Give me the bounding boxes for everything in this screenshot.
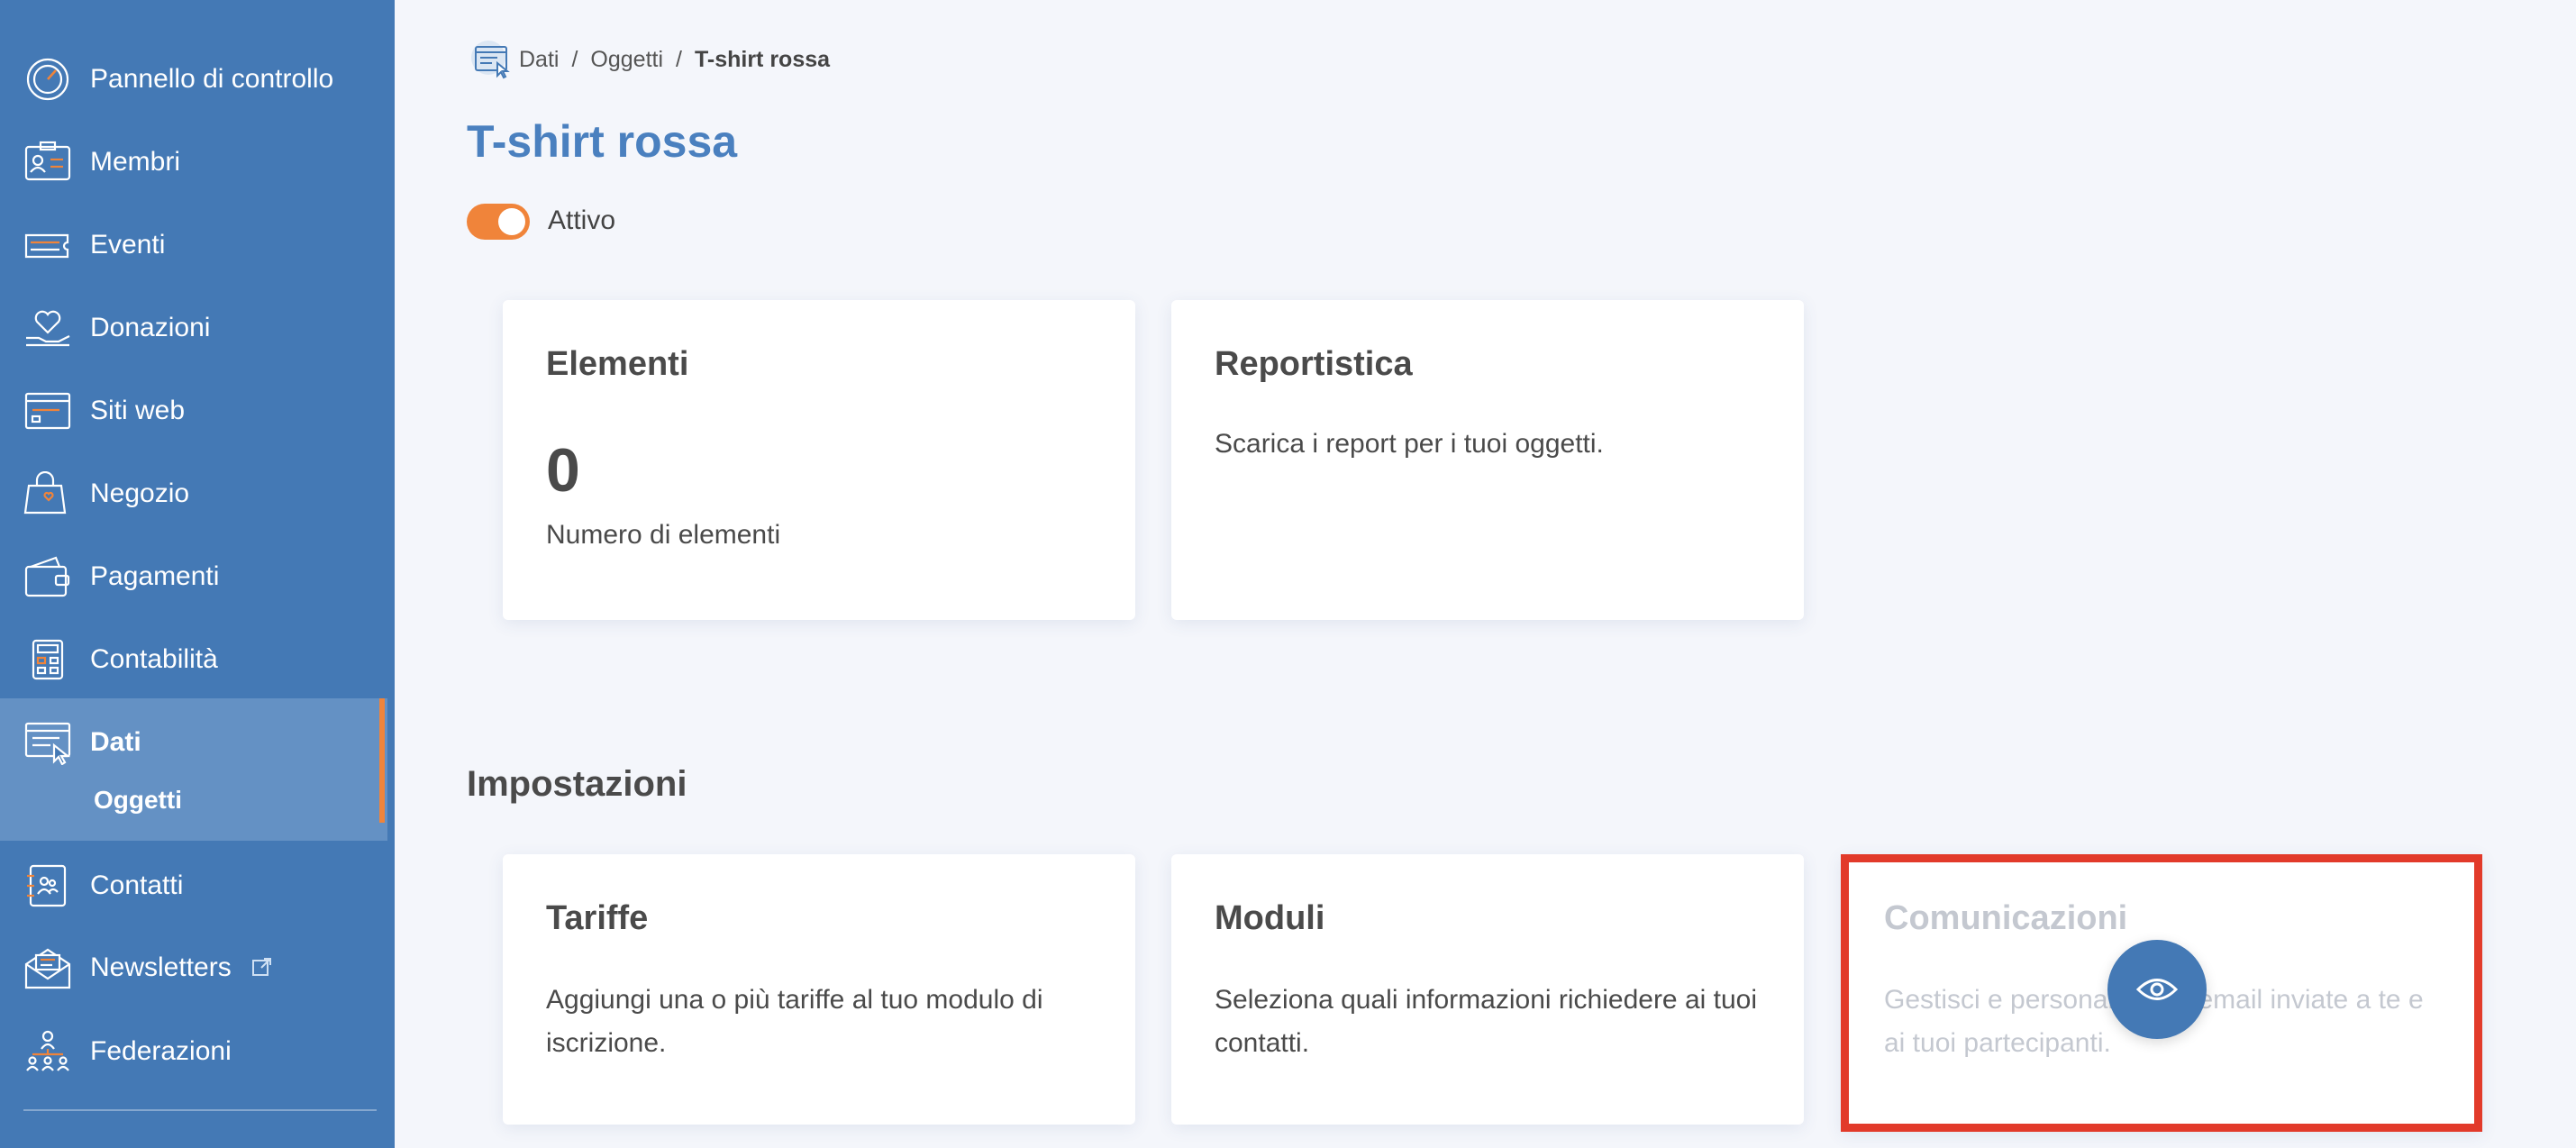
eye-icon [2136,979,2178,1000]
sidebar-item-label: Pagamenti [90,561,220,591]
shopping-bag-icon [23,471,72,516]
dashboard-gauge-icon [23,57,72,102]
sidebar-item-label: Membri [90,147,181,177]
elements-count: 0 [546,436,580,505]
sidebar-item-label: Contatti [90,870,184,900]
sidebar-subitem-oggetti[interactable]: Oggetti [94,786,182,815]
calculator-icon [23,637,72,682]
card-text: Aggiungi una o più tariffe al tuo modulo… [546,985,1043,1058]
sidebar-item-label: Siti web [90,396,186,425]
card-title: Tariffe [546,899,649,937]
sidebar-item-federazioni[interactable]: Federazioni [0,1010,387,1093]
card-title: Comunicazioni [1884,899,2128,937]
status-toggle[interactable] [467,204,530,240]
sidebar-item-dati[interactable]: Dati [0,701,387,784]
card-tariffe[interactable]: Tariffe Aggiungi una o più tariffe al tu… [503,854,1135,1125]
sidebar-item-label: Negozio [90,478,190,508]
sidebar-item-eventi[interactable]: Eventi [0,204,387,287]
card-caption: Numero di elementi [546,520,781,550]
sidebar-item-label: Dati [90,727,141,757]
sidebar-item-label: Newsletters [90,952,273,984]
sidebar-item-label: Contabilità [90,644,218,674]
breadcrumb-separator: / [571,46,578,72]
card-title: Moduli [1215,899,1325,937]
sidebar-item-contabilita[interactable]: Contabilità [0,618,387,701]
sidebar-item-label: Donazioni [90,313,211,342]
section-title-impostazioni: Impostazioni [467,764,687,804]
heart-hand-icon [23,305,72,351]
sidebar-item-text: Newsletters [90,952,232,983]
website-icon [23,388,72,433]
card-text: Scarica i report per i tuoi oggetti. [1215,429,1604,459]
card-moduli[interactable]: Moduli Seleziona quali informazioni rich… [1171,854,1804,1125]
status-toggle-label: Attivo [548,205,616,235]
toggle-knob [498,208,525,235]
breadcrumb-link-oggetti[interactable]: Oggetti [590,47,663,73]
breadcrumb-current: T-shirt rossa [694,46,831,72]
breadcrumb-link-dati[interactable]: Dati [519,47,559,73]
envelope-icon [23,946,72,991]
sidebar-item-label: Federazioni [90,1036,232,1066]
sidebar-item-negozio[interactable]: Negozio [0,452,387,535]
ticket-icon [23,223,72,268]
sidebar-item-membri[interactable]: Membri [0,121,387,204]
data-cursor-icon [23,720,72,765]
sidebar-item-dashboard[interactable]: Pannello di controllo [0,38,387,121]
sidebar-item-label: Eventi [90,230,166,260]
card-title: Elementi [546,345,689,383]
sidebar-divider [23,1109,377,1111]
federation-people-icon [23,1029,72,1074]
sidebar-item-siti-web[interactable]: Siti web [0,369,387,452]
breadcrumb-separator: / [676,46,682,72]
preview-button[interactable] [2107,940,2207,1039]
data-cursor-icon [471,41,510,79]
sidebar-item-donazioni[interactable]: Donazioni [0,287,387,369]
wallet-icon [23,554,72,599]
sidebar-item-newsletters[interactable]: Newsletters [0,927,387,1010]
breadcrumb: Dati / Oggetti / T-shirt rossa [470,41,831,79]
card-title: Reportistica [1215,345,1413,383]
sidebar: Pannello di controllo Membri Eventi Dona… [0,0,395,1148]
sidebar-item-contatti[interactable]: Contatti [0,844,387,927]
sidebar-item-pagamenti[interactable]: Pagamenti [0,535,387,618]
card-elementi[interactable]: Elementi 0 Numero di elementi [503,300,1135,620]
page-title: T-shirt rossa [467,116,738,167]
contacts-book-icon [23,863,72,908]
card-text: Seleziona quali informazioni richiedere … [1215,985,1758,1058]
sidebar-item-label: Pannello di controllo [90,64,334,94]
member-card-icon [23,140,72,185]
card-reportistica[interactable]: Reportistica Scarica i report per i tuoi… [1171,300,1804,620]
external-link-icon [251,954,273,985]
